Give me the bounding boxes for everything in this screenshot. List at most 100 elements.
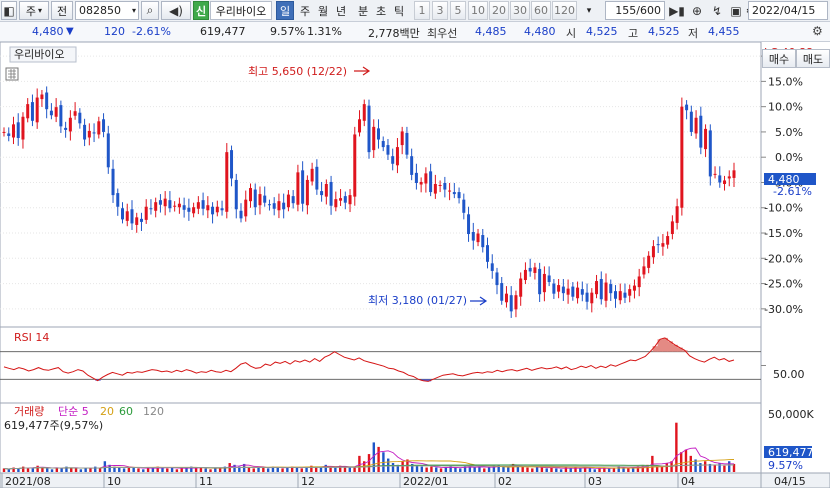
- candle-body: [599, 279, 603, 300]
- volume-bar: [46, 468, 49, 472]
- period-yearly-tab[interactable]: 년: [332, 1, 350, 20]
- volume-bar: [142, 469, 145, 472]
- credit-badge: 신: [193, 1, 209, 20]
- volume-bar: [286, 467, 289, 472]
- interval-30-button[interactable]: 30: [510, 1, 530, 20]
- volume-bar: [89, 468, 92, 472]
- candle-body: [2, 131, 6, 133]
- candle-body: [471, 232, 475, 241]
- volume-bar: [281, 468, 284, 472]
- candle-body: [500, 283, 504, 301]
- buy-button[interactable]: 매수: [762, 49, 796, 68]
- volume-bar: [367, 454, 371, 472]
- chart-icon[interactable]: ↯: [708, 1, 726, 20]
- candle-body: [566, 288, 570, 295]
- range-button[interactable]: 전: [51, 1, 73, 20]
- interval-1-button[interactable]: 1: [414, 1, 430, 20]
- candle-body: [215, 206, 219, 213]
- interval-60-button[interactable]: 60: [531, 1, 551, 20]
- x-tick-label: 03: [588, 475, 602, 488]
- best-bid: 4,480: [524, 25, 556, 38]
- volume-bar: [430, 466, 433, 472]
- volume-scale-label: 50,000K: [768, 408, 814, 421]
- search-icon[interactable]: ⌕: [141, 1, 159, 20]
- period-tick-tab[interactable]: 틱: [390, 1, 408, 20]
- candle-body: [481, 235, 485, 248]
- volume-bar: [627, 468, 630, 472]
- rsi-overbought-fill: [652, 346, 659, 352]
- current-volume-label: 619,477주(9,57%): [4, 419, 103, 432]
- volume-bar: [300, 468, 303, 472]
- interval-20-button[interactable]: 20: [489, 1, 509, 20]
- trade-amount: 2,778백만: [368, 27, 420, 40]
- candle-body: [490, 263, 494, 271]
- play-icon[interactable]: ▶▮: [668, 1, 686, 20]
- candle-body: [348, 195, 352, 205]
- candle-body: [35, 97, 39, 123]
- candle-body: [30, 102, 34, 121]
- price-tick-label: 0.0%: [775, 151, 803, 164]
- candle-body: [149, 208, 153, 210]
- save-icon[interactable]: ▣: [727, 1, 745, 20]
- volume-bar: [170, 467, 174, 472]
- interval-5-button[interactable]: 5: [450, 1, 466, 20]
- volume-bar: [665, 463, 668, 472]
- volume-bar: [679, 452, 683, 472]
- low-price: 4,455: [708, 25, 740, 38]
- price-chart-svg[interactable]: 20.0%15.0%10.0%5.0%0.0%-5.0%-10.0%-15.0%…: [0, 42, 830, 488]
- layout-icon[interactable]: ◧: [1, 1, 17, 20]
- volume-bar: [17, 468, 20, 472]
- candle-body: [448, 190, 452, 192]
- candle-body: [580, 289, 584, 295]
- candle-body: [689, 111, 693, 132]
- date-input[interactable]: 2022/04/15: [748, 1, 828, 20]
- candle-body: [590, 292, 594, 304]
- interval-120-button[interactable]: 120: [552, 1, 577, 20]
- candle-body: [561, 286, 565, 294]
- volume-bar: [435, 467, 438, 472]
- data-count-input[interactable]: 155/600: [605, 1, 665, 20]
- speaker-icon[interactable]: ◀): [161, 1, 191, 20]
- candle-body: [358, 119, 362, 133]
- volume-bar: [391, 463, 395, 472]
- volume-bar: [60, 468, 63, 472]
- period-weekly-tab[interactable]: 주: [296, 1, 314, 20]
- gear-icon[interactable]: ⚙: [812, 24, 823, 38]
- volume-bar: [444, 467, 448, 472]
- candle-body: [367, 105, 371, 153]
- candle-body: [102, 119, 106, 132]
- candle-body: [704, 128, 708, 150]
- period-minute-tab[interactable]: 분: [354, 1, 372, 20]
- chevron-down-icon[interactable]: ▾: [580, 1, 598, 20]
- candle-body: [78, 112, 82, 124]
- candle-body: [433, 183, 437, 194]
- current-pct-tag: -2.61%: [773, 185, 812, 198]
- period-daily-tab[interactable]: 일: [276, 1, 294, 20]
- current-price: 4,480: [32, 25, 64, 38]
- period-monthly-tab[interactable]: 월: [314, 1, 332, 20]
- volume-bar: [7, 469, 11, 472]
- candle-body: [68, 117, 72, 132]
- x-tick-label: 11: [199, 475, 213, 488]
- candle-body: [372, 126, 376, 151]
- zoom-icon[interactable]: ⊕: [688, 1, 706, 20]
- candle-body: [45, 92, 49, 110]
- volume-bar: [118, 467, 121, 472]
- stock-code-input[interactable]: 082850 ▾: [75, 1, 139, 20]
- interval-10-button[interactable]: 10: [468, 1, 488, 20]
- candle-body: [613, 291, 617, 299]
- volume-bar: [689, 455, 692, 472]
- x-tick-label: 12: [301, 475, 315, 488]
- volume-bar: [194, 468, 198, 472]
- volume-bar: [718, 463, 721, 472]
- interval-3-button[interactable]: 3: [432, 1, 448, 20]
- candle-body: [125, 211, 129, 221]
- market-select[interactable]: 주 ▾: [19, 1, 49, 20]
- candle-body: [201, 200, 205, 209]
- sell-button[interactable]: 매도: [796, 49, 830, 68]
- period-second-tab[interactable]: 초: [372, 1, 390, 20]
- volume-bar: [487, 467, 491, 472]
- ma60-legend: 60: [119, 405, 133, 418]
- candle-body: [315, 166, 319, 190]
- volume-bar: [79, 469, 83, 472]
